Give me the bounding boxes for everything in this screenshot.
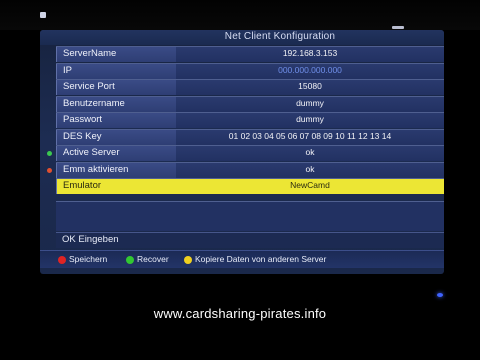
- row-value: 192.168.3.153: [282, 48, 338, 58]
- row-passwort[interactable]: Passwort dummy: [56, 112, 444, 128]
- row-label: Passwort: [63, 114, 103, 125]
- row-value: NewCamd: [290, 180, 330, 190]
- config-list: ServerName 192.168.3.153 IP 000.000.000.…: [47, 46, 444, 195]
- ok-hint-bar: OK Eingeben: [56, 232, 444, 248]
- bezel-indicator-right-icon: [392, 26, 404, 29]
- status-dot-icon: [47, 167, 52, 173]
- row-value: 000.000.000.000: [278, 64, 342, 75]
- power-led-icon: [437, 293, 443, 297]
- row-label: Benutzername: [63, 97, 125, 109]
- yellow-key-icon: [184, 256, 192, 264]
- tv-bezel-top: [0, 0, 480, 30]
- row-value: ok: [305, 163, 315, 174]
- legend-label: Speichern: [69, 254, 108, 264]
- red-key-icon: [58, 256, 66, 264]
- ok-hint-text: OK Eingeben: [62, 234, 119, 245]
- legend-label: Recover: [137, 254, 169, 264]
- row-value: 15080: [298, 81, 322, 91]
- row-label: ServerName: [63, 48, 117, 59]
- row-service-port[interactable]: Service Port 15080: [56, 79, 444, 95]
- row-label: IP: [63, 64, 72, 76]
- empty-list-area: [56, 201, 444, 231]
- legend-label: Kopiere Daten von anderen Server: [195, 254, 327, 264]
- row-label: Active Server: [63, 147, 120, 158]
- row-value: dummy: [296, 114, 324, 124]
- row-value: 01 02 03 04 05 06 07 08 09 10 11 12 13 1…: [228, 130, 392, 141]
- row-ip[interactable]: IP 000.000.000.000: [56, 62, 444, 79]
- row-value: dummy: [296, 97, 324, 108]
- row-value: ok: [305, 147, 315, 157]
- color-key-legend: Speichern Recover Kopiere Daten von ande…: [40, 250, 444, 268]
- row-servername[interactable]: ServerName 192.168.3.153: [56, 46, 444, 62]
- row-label: Emm aktivieren: [63, 163, 129, 175]
- row-label: DES Key: [63, 130, 102, 142]
- bezel-indicator-icon: [40, 12, 46, 18]
- title-bar: Net Client Konfiguration: [40, 30, 444, 45]
- status-dot-icon: [47, 151, 52, 156]
- row-active-server[interactable]: Active Server ok: [47, 145, 444, 161]
- green-key-icon: [126, 256, 134, 264]
- window-title: Net Client Konfiguration: [224, 31, 336, 42]
- row-emulator[interactable]: Emulator NewCamd: [56, 178, 444, 194]
- row-des-key[interactable]: DES Key 01 02 03 04 05 06 07 08 09 10 11…: [56, 128, 444, 145]
- row-benutzername[interactable]: Benutzername dummy: [56, 95, 444, 112]
- row-label: Service Port: [63, 81, 115, 92]
- watermark-url: www.cardsharing-pirates.info: [153, 306, 327, 321]
- row-emm-aktivieren[interactable]: Emm aktivieren ok: [47, 161, 444, 178]
- tv-screen: Net Client Konfiguration ServerName 192.…: [40, 30, 444, 274]
- row-label: Emulator: [63, 180, 102, 191]
